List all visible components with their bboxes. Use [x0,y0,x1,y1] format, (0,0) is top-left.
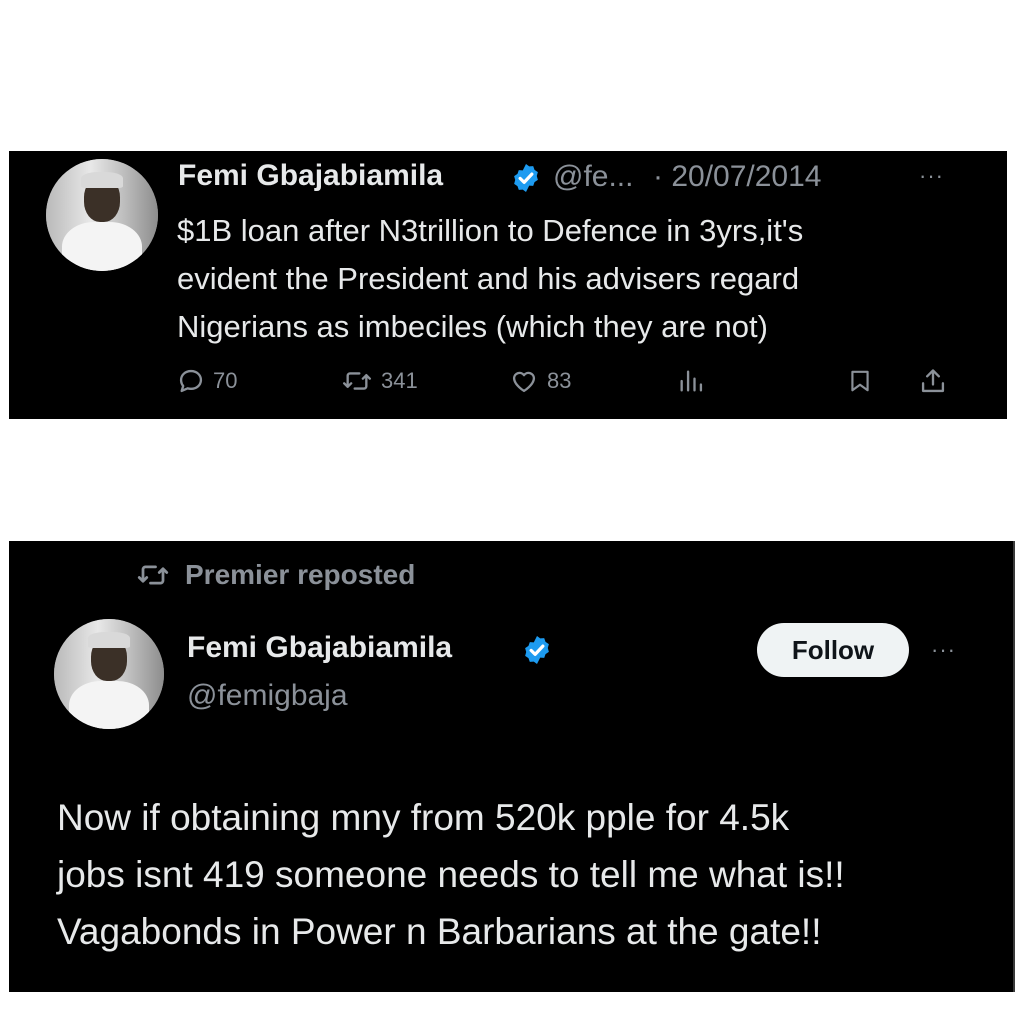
reply-count: 70 [213,368,238,393]
tweet-date[interactable]: · 20/07/2014 [653,160,821,194]
tweet-text-line: jobs isnt 419 someone needs to tell me w… [57,854,845,895]
tweet-text-line: Now if obtaining mny from 520k pple for … [57,797,790,838]
tweet-card-2[interactable]: Premier reposted Femi Gbajabiamila @femi… [9,541,1015,992]
repost-icon [342,372,371,390]
verified-badge-icon [514,164,538,192]
more-options-icon[interactable]: ··· [919,163,944,189]
tweet-card-1[interactable]: Femi Gbajabiamila @fe... · 20/07/2014 ··… [9,151,1007,419]
more-options-icon[interactable]: ··· [931,637,956,663]
tweet-text: Now if obtaining mny from 520k pple for … [57,789,845,960]
like-button[interactable]: 83 [509,367,571,395]
bookmark-icon [851,370,869,392]
follow-button[interactable]: Follow [757,623,909,677]
analytics-icon [680,370,703,392]
bookmark-button[interactable] [847,367,873,395]
avatar[interactable] [46,159,158,271]
tweet-text-line: Nigerians as imbeciles (which they are n… [177,309,768,344]
share-icon [921,369,945,393]
repost-button[interactable]: 341 [341,367,418,395]
author-name[interactable]: Femi Gbajabiamila [178,159,443,193]
tweet-actions: 70 341 83 [179,367,977,407]
repost-indicator[interactable]: Premier reposted [135,559,415,591]
tweet-text: $1B loan after N3trillion to Defence in … [177,207,803,351]
heart-icon [512,371,536,393]
like-count: 83 [547,368,572,393]
author-handle[interactable]: @femigbaja [187,679,348,713]
repost-icon [137,565,169,585]
avatar[interactable] [54,619,164,729]
repost-count: 341 [381,368,418,393]
views-button[interactable] [677,367,705,395]
author-name[interactable]: Femi Gbajabiamila [187,631,452,665]
tweet-text-line: Vagabonds in Power n Barbarians at the g… [57,911,822,952]
share-button[interactable] [919,367,947,395]
verified-badge-icon [525,636,549,664]
tweet-text-line: evident the President and his advisers r… [177,261,800,296]
reply-icon [179,369,203,393]
reply-button[interactable]: 70 [177,367,237,395]
tweet-text-line: $1B loan after N3trillion to Defence in … [177,213,804,248]
author-handle[interactable]: @fe... [553,160,633,194]
